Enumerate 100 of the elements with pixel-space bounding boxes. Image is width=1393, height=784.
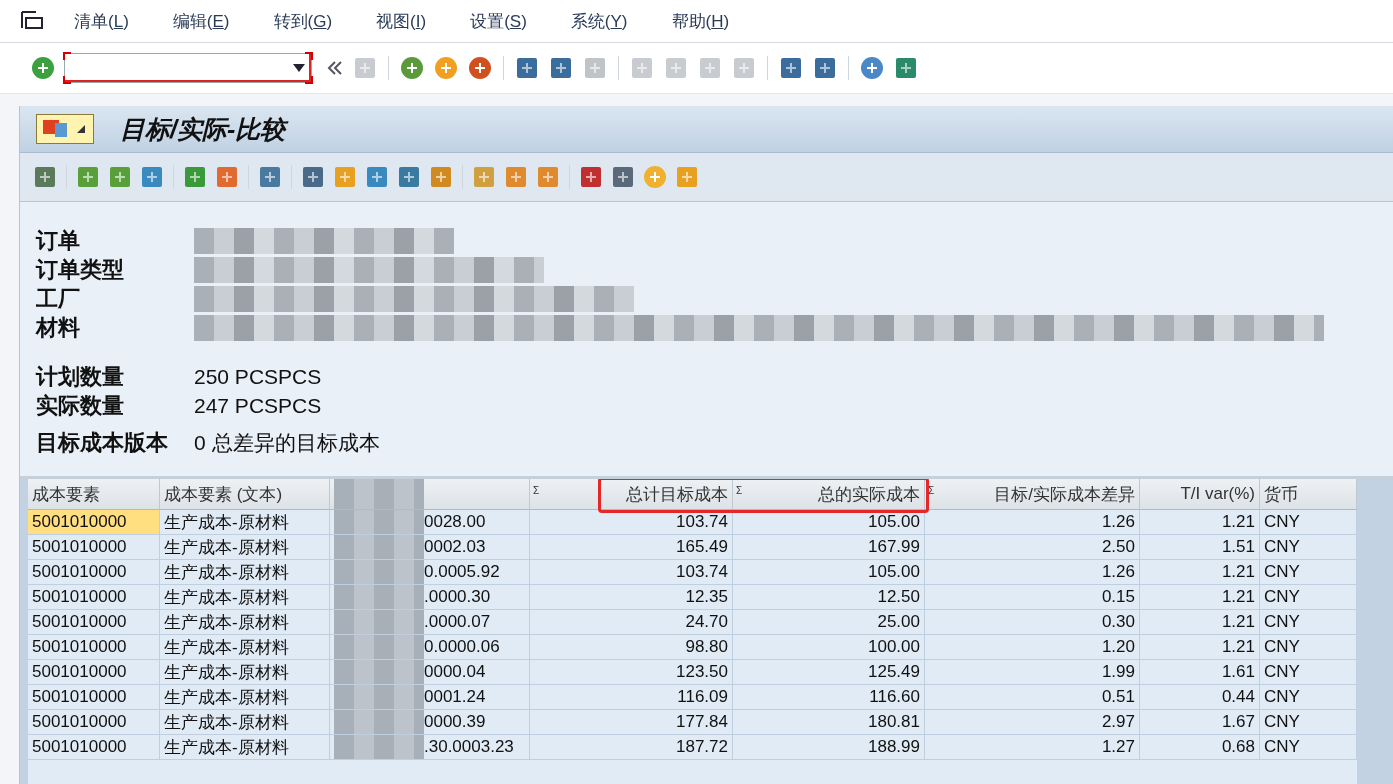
- menu-button[interactable]: [36, 114, 94, 144]
- field-label: 实际数量: [36, 391, 125, 420]
- field-value: 0 总差异的目标成本: [194, 429, 380, 456]
- table-cell[interactable]: 5001010000: [28, 660, 160, 685]
- table-cell[interactable]: CNY: [1260, 635, 1357, 660]
- menu-item[interactable]: 帮助(H): [671, 9, 730, 33]
- column-header[interactable]: 成本要素 (文本): [160, 479, 330, 510]
- table-cell[interactable]: 12.50: [733, 585, 925, 610]
- table-cell[interactable]: 生产成本-原材料: [160, 635, 330, 660]
- column-header[interactable]: [330, 479, 530, 510]
- table-cell[interactable]: 187.72: [530, 735, 733, 760]
- table-cell[interactable]: 2.97: [925, 710, 1140, 735]
- table-cell[interactable]: CNY: [1260, 660, 1357, 685]
- table-cell[interactable]: CNY: [1260, 735, 1357, 760]
- table-cell[interactable]: 生产成本-原材料: [160, 585, 330, 610]
- table-cell[interactable]: 105.00: [733, 560, 925, 585]
- table-cell[interactable]: 98.80: [530, 635, 733, 660]
- sum-mark: Σ: [928, 485, 935, 496]
- table-cell[interactable]: 5001010000: [28, 685, 160, 710]
- table-cell[interactable]: 5001010000: [28, 635, 160, 660]
- field-label: 订单类型: [36, 255, 125, 284]
- column-header[interactable]: Σ 目标/实际成本差异: [925, 479, 1140, 510]
- table-cell[interactable]: 5001010000: [28, 710, 160, 735]
- table-cell[interactable]: CNY: [1260, 535, 1357, 560]
- field-label: 计划数量: [36, 362, 125, 391]
- table-cell[interactable]: CNY: [1260, 510, 1357, 535]
- table-cell[interactable]: 生产成本-原材料: [160, 660, 330, 685]
- table-cell[interactable]: 180.81: [733, 710, 925, 735]
- table-cell[interactable]: 5001010000: [28, 735, 160, 760]
- menu-item[interactable]: 转到(G): [273, 9, 333, 33]
- table-cell[interactable]: 1.21: [1140, 510, 1260, 535]
- table-cell[interactable]: 167.99: [733, 535, 925, 560]
- table-cell[interactable]: CNY: [1260, 710, 1357, 735]
- table-cell[interactable]: 生产成本-原材料: [160, 610, 330, 635]
- table-cell[interactable]: 5001010000: [28, 535, 160, 560]
- column-header[interactable]: Σ 总的实际成本: [733, 479, 925, 510]
- table-cell[interactable]: 103.74: [530, 510, 733, 535]
- table-cell[interactable]: 1.21: [1140, 560, 1260, 585]
- table-cell[interactable]: CNY: [1260, 560, 1357, 585]
- table-cell[interactable]: CNY: [1260, 685, 1357, 710]
- command-field[interactable]: [64, 53, 312, 83]
- table-cell[interactable]: 1.21: [1140, 635, 1260, 660]
- column-header[interactable]: 成本要素: [28, 479, 160, 510]
- table-cell[interactable]: 1.26: [925, 560, 1140, 585]
- table-cell[interactable]: 生产成本-原材料: [160, 560, 330, 585]
- field-value: 250 PCSPCS: [194, 364, 322, 389]
- table-cell[interactable]: 0.30: [925, 610, 1140, 635]
- dropdown-icon[interactable]: [293, 64, 305, 72]
- table-cell[interactable]: 100.00: [733, 635, 925, 660]
- table-cell[interactable]: 1.99: [925, 660, 1140, 685]
- table-cell[interactable]: 0.44: [1140, 685, 1260, 710]
- menu-item[interactable]: 编辑(E): [172, 9, 230, 33]
- menu-icon[interactable]: [20, 10, 44, 32]
- table-cell[interactable]: 1.21: [1140, 610, 1260, 635]
- menu-item[interactable]: 系统(Y): [570, 9, 628, 33]
- table-cell[interactable]: 188.99: [733, 735, 925, 760]
- menu-item[interactable]: 设置(S): [470, 9, 527, 33]
- menu-item[interactable]: 视图(I): [376, 9, 427, 33]
- table-cell[interactable]: 116.09: [530, 685, 733, 710]
- table-cell[interactable]: 生产成本-原材料: [160, 510, 330, 535]
- table-cell[interactable]: 2.50: [925, 535, 1140, 560]
- table-cell[interactable]: 1.27: [925, 735, 1140, 760]
- table-cell[interactable]: 123.50: [530, 660, 733, 685]
- table-cell[interactable]: CNY: [1260, 610, 1357, 635]
- table-cell[interactable]: 116.60: [733, 685, 925, 710]
- collapse-icon[interactable]: [326, 59, 344, 77]
- table-cell[interactable]: CNY: [1260, 585, 1357, 610]
- menu-item[interactable]: 清单(L): [74, 9, 129, 33]
- table-cell: .0000.30: [330, 585, 530, 610]
- column-header[interactable]: T/I var(%): [1140, 479, 1260, 510]
- column-header[interactable]: Σ 总计目标成本: [530, 479, 733, 510]
- table-cell[interactable]: 5001010000: [28, 560, 160, 585]
- table-cell: 0000.04: [330, 660, 530, 685]
- table-cell[interactable]: 177.84: [530, 710, 733, 735]
- table-cell[interactable]: 103.74: [530, 560, 733, 585]
- table-cell[interactable]: 1.21: [1140, 585, 1260, 610]
- column-header[interactable]: 货币: [1260, 479, 1357, 510]
- sum-mark: Σ: [533, 485, 540, 496]
- table-cell[interactable]: 12.35: [530, 585, 733, 610]
- table-cell[interactable]: 生产成本-原材料: [160, 535, 330, 560]
- table-cell[interactable]: 5001010000: [28, 585, 160, 610]
- table-cell[interactable]: 5001010000: [28, 610, 160, 635]
- table-cell[interactable]: 5001010000: [28, 510, 160, 535]
- table-cell[interactable]: 生产成本-原材料: [160, 735, 330, 760]
- table-cell: 0001.24: [330, 685, 530, 710]
- table-cell[interactable]: 生产成本-原材料: [160, 685, 330, 710]
- table-cell[interactable]: 125.49: [733, 660, 925, 685]
- table-cell[interactable]: 165.49: [530, 535, 733, 560]
- table-cell[interactable]: 1.61: [1140, 660, 1260, 685]
- table-cell[interactable]: 1.20: [925, 635, 1140, 660]
- table-cell[interactable]: 0.51: [925, 685, 1140, 710]
- table-cell[interactable]: 生产成本-原材料: [160, 710, 330, 735]
- table-cell[interactable]: 0.15: [925, 585, 1140, 610]
- table-cell[interactable]: 25.00: [733, 610, 925, 635]
- table-cell[interactable]: 0.68: [1140, 735, 1260, 760]
- field-label: 工厂: [36, 284, 81, 313]
- table-cell[interactable]: 1.51: [1140, 535, 1260, 560]
- table-cell[interactable]: 1.26: [925, 510, 1140, 535]
- table-cell[interactable]: 1.67: [1140, 710, 1260, 735]
- table-cell[interactable]: 24.70: [530, 610, 733, 635]
